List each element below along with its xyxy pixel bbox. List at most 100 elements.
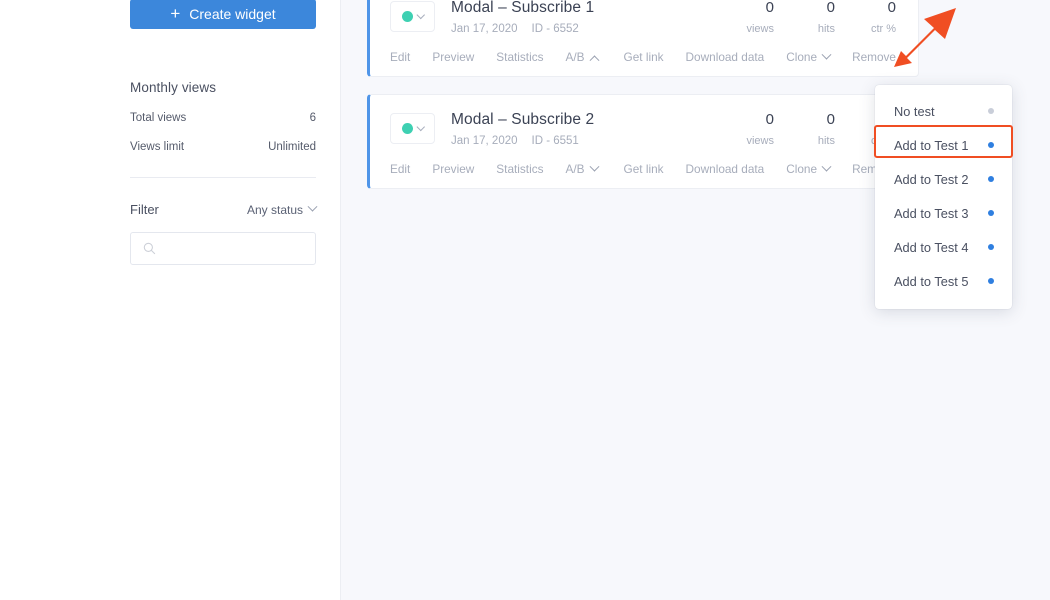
widget-stats: 0 views 0 hits 0 ctr % bbox=[744, 111, 896, 147]
action-clone-label: Clone bbox=[786, 50, 818, 64]
stat-ctr: 0 ctr % bbox=[866, 0, 896, 35]
action-ab-test[interactable]: A/B bbox=[566, 50, 599, 65]
widget-status-selector[interactable] bbox=[390, 113, 435, 144]
action-clone-label: Clone bbox=[786, 162, 818, 176]
stat-hits-caption: hits bbox=[817, 22, 835, 35]
widget-actions-right: Get link Download data Clone Remove bbox=[624, 161, 896, 176]
stat-hits-caption: hits bbox=[817, 134, 835, 147]
plus-icon: + bbox=[170, 3, 181, 23]
chevron-down-icon bbox=[821, 49, 832, 60]
bullet-icon bbox=[988, 142, 994, 148]
stat-hits: 0 hits bbox=[805, 0, 835, 35]
widget-titles: Modal – Subscribe 1 Jan 17, 2020 ID - 65… bbox=[451, 0, 744, 35]
widget-id: ID - 6552 bbox=[531, 23, 579, 35]
action-edit[interactable]: Edit bbox=[390, 50, 410, 64]
status-filter-select[interactable]: Any status bbox=[247, 201, 318, 217]
chevron-up-icon bbox=[589, 54, 599, 65]
monthly-views-title: Monthly views bbox=[130, 80, 217, 95]
ab-option-label: Add to Test 2 bbox=[894, 171, 969, 187]
status-dot-icon bbox=[401, 11, 413, 22]
ab-option-add-to-test-2[interactable]: Add to Test 2 bbox=[875, 162, 1012, 196]
chevron-down-icon bbox=[821, 161, 832, 172]
widget-card-header: Modal – Subscribe 2 Jan 17, 2020 ID - 65… bbox=[390, 111, 896, 147]
total-views-label: Total views bbox=[130, 112, 187, 124]
action-edit[interactable]: Edit bbox=[390, 162, 410, 176]
stat-views-caption: views bbox=[746, 22, 774, 35]
ab-option-add-to-test-3[interactable]: Add to Test 3 bbox=[875, 196, 1012, 230]
main-content: Modal – Subscribe 1 Jan 17, 2020 ID - 65… bbox=[341, 0, 1050, 600]
action-ab-test-label: A/B bbox=[565, 162, 585, 176]
chevron-down-icon bbox=[416, 10, 425, 19]
action-get-link[interactable]: Get link bbox=[624, 162, 664, 176]
action-statistics[interactable]: Statistics bbox=[496, 50, 543, 64]
stat-ctr-caption: ctr % bbox=[870, 22, 896, 35]
widget-meta: Jan 17, 2020 ID - 6551 bbox=[451, 135, 744, 147]
widget-status-selector[interactable] bbox=[390, 1, 435, 32]
stat-views-value: 0 bbox=[765, 0, 774, 16]
views-limit-value: Unlimited bbox=[268, 141, 316, 153]
widget-date: Jan 17, 2020 bbox=[451, 23, 518, 35]
widget-actions: Edit Preview Statistics A/B Get link Dow… bbox=[390, 49, 896, 65]
app-root: + Create widget Monthly views Total view… bbox=[0, 0, 1050, 600]
widget-name: Modal – Subscribe 2 bbox=[451, 111, 595, 128]
filter-row: Filter Any status bbox=[130, 201, 318, 217]
search-box[interactable] bbox=[130, 232, 316, 265]
stat-views: 0 views bbox=[744, 111, 774, 147]
sidebar-divider bbox=[130, 177, 316, 178]
ab-option-add-to-test-1[interactable]: Add to Test 1 bbox=[875, 128, 1012, 162]
create-widget-button[interactable]: + Create widget bbox=[130, 0, 316, 29]
action-ab-test[interactable]: A/B bbox=[565, 161, 599, 176]
status-dot-icon bbox=[401, 123, 413, 134]
stat-views: 0 views bbox=[744, 0, 774, 35]
widget-meta: Jan 17, 2020 ID - 6552 bbox=[451, 23, 744, 35]
ab-option-label: Add to Test 3 bbox=[894, 205, 969, 221]
total-views-row: Total views 6 bbox=[130, 112, 316, 124]
ab-option-no-test[interactable]: No test bbox=[875, 94, 1012, 128]
action-clone[interactable]: Clone bbox=[786, 161, 832, 176]
action-download-data[interactable]: Download data bbox=[686, 50, 765, 64]
action-preview[interactable]: Preview bbox=[432, 50, 474, 64]
action-download-data[interactable]: Download data bbox=[686, 162, 765, 176]
widget-list: Modal – Subscribe 1 Jan 17, 2020 ID - 65… bbox=[367, 0, 919, 206]
widget-titles: Modal – Subscribe 2 Jan 17, 2020 ID - 65… bbox=[451, 111, 744, 147]
bullet-icon bbox=[988, 278, 994, 284]
stat-hits-value: 0 bbox=[826, 111, 835, 128]
widget-actions: Edit Preview Statistics A/B Get link Dow… bbox=[390, 161, 896, 176]
sidebar: + Create widget Monthly views Total view… bbox=[0, 0, 341, 600]
chevron-down-icon bbox=[416, 122, 425, 131]
action-remove[interactable]: Remove bbox=[852, 50, 896, 64]
widget-id: ID - 6551 bbox=[531, 135, 579, 147]
chevron-down-icon bbox=[589, 161, 599, 172]
stat-ctr-value: 0 bbox=[887, 0, 896, 16]
widget-actions-left: Edit Preview Statistics A/B bbox=[390, 161, 620, 176]
widget-card: Modal – Subscribe 2 Jan 17, 2020 ID - 65… bbox=[367, 94, 919, 189]
stat-views-value: 0 bbox=[765, 111, 774, 128]
ab-option-label: Add to Test 5 bbox=[894, 273, 969, 289]
widget-actions-right: Get link Download data Clone Remove bbox=[624, 49, 896, 64]
filter-label: Filter bbox=[130, 202, 159, 217]
ab-option-add-to-test-4[interactable]: Add to Test 4 bbox=[875, 230, 1012, 264]
widget-card: Modal – Subscribe 1 Jan 17, 2020 ID - 65… bbox=[367, 0, 919, 77]
ab-option-add-to-test-5[interactable]: Add to Test 5 bbox=[875, 264, 1012, 298]
widget-date: Jan 17, 2020 bbox=[451, 135, 518, 147]
stat-views-caption: views bbox=[746, 134, 774, 147]
bullet-icon bbox=[988, 210, 994, 216]
stat-hits-value: 0 bbox=[826, 0, 835, 16]
widget-name: Modal – Subscribe 1 bbox=[451, 0, 595, 16]
create-widget-label: Create widget bbox=[189, 6, 276, 22]
ab-test-dropdown[interactable]: No test Add to Test 1 Add to Test 2 Add … bbox=[875, 85, 1012, 309]
bullet-icon bbox=[988, 176, 994, 182]
widget-card-header: Modal – Subscribe 1 Jan 17, 2020 ID - 65… bbox=[390, 0, 896, 35]
chevron-down-icon bbox=[307, 201, 318, 212]
search-input[interactable] bbox=[162, 241, 303, 256]
action-statistics[interactable]: Statistics bbox=[496, 162, 543, 176]
views-limit-label: Views limit bbox=[130, 141, 185, 153]
action-preview[interactable]: Preview bbox=[432, 162, 474, 176]
total-views-value: 6 bbox=[309, 112, 316, 124]
ab-option-label: No test bbox=[894, 103, 935, 119]
ab-option-label: Add to Test 1 bbox=[894, 137, 969, 153]
action-get-link[interactable]: Get link bbox=[624, 50, 664, 64]
widget-stats: 0 views 0 hits 0 ctr % bbox=[744, 0, 896, 35]
stat-hits: 0 hits bbox=[805, 111, 835, 147]
action-clone[interactable]: Clone bbox=[786, 49, 832, 64]
